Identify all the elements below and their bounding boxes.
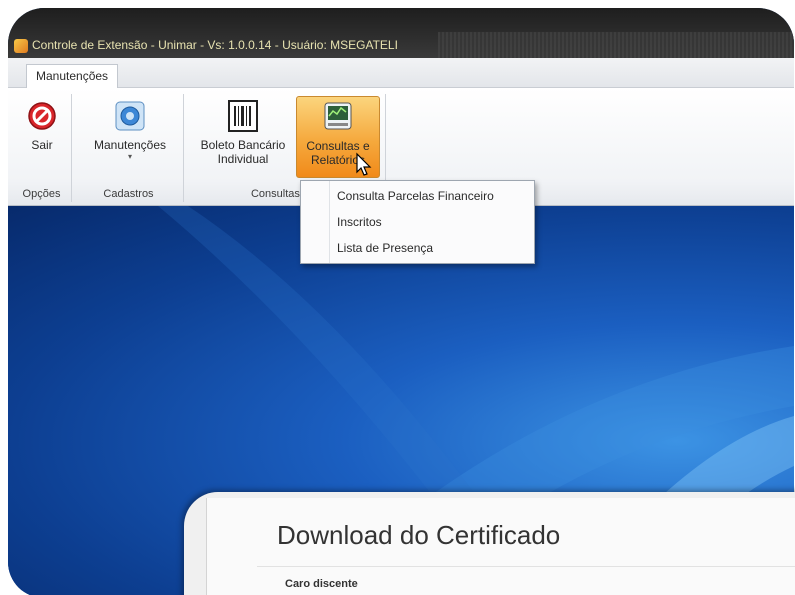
manutencoes-label: Manutenções — [93, 138, 167, 152]
boleto-label-line1: Boleto Bancário — [200, 138, 286, 152]
tab-manutencoes[interactable]: Manutenções — [26, 64, 119, 89]
consultas-dropdown-menu: Consulta Parcelas Financeiro Inscritos L… — [300, 180, 535, 264]
sair-label: Sair — [31, 138, 53, 152]
group-cadastros: Manutenções ▾ Cadastros — [74, 94, 184, 202]
sair-button[interactable]: Sair — [16, 96, 68, 178]
certificate-heading: Download do Certificado — [277, 520, 561, 550]
certificate-overlay-card: Download do Certificado Caro discente — [184, 492, 795, 595]
stop-icon — [28, 102, 56, 130]
app-icon — [14, 39, 28, 53]
group-opcoes-label: Opções — [22, 188, 61, 200]
manutencoes-button[interactable]: Manutenções ▾ — [82, 96, 178, 178]
menu-item-consulta-parcelas[interactable]: Consulta Parcelas Financeiro — [337, 189, 494, 203]
certificate-panel: Download do Certificado Caro discente — [206, 498, 795, 595]
menu-icon-gutter — [329, 181, 330, 263]
heading-divider — [257, 566, 795, 567]
group-opcoes: Sair Opções — [12, 94, 72, 202]
barcode-icon — [228, 100, 258, 132]
gear-icon — [115, 101, 145, 131]
mouse-cursor-icon — [356, 152, 372, 176]
dropdown-arrow-icon: ▾ — [127, 152, 132, 161]
certificate-greeting: Caro discente — [285, 578, 358, 590]
menu-item-inscritos[interactable]: Inscritos — [337, 215, 382, 229]
title-bar: Controle de Extensão - Unimar - Vs: 1.0.… — [8, 8, 794, 60]
boleto-button[interactable]: Boleto Bancário Individual — [192, 96, 294, 178]
title-bar-decoration — [438, 32, 794, 60]
group-cadastros-label: Cadastros — [103, 188, 154, 200]
window-title: Controle de Extensão - Unimar - Vs: 1.0.… — [32, 38, 398, 52]
ribbon-tab-strip: Manutenções — [8, 58, 794, 89]
boleto-label-line2: Individual — [217, 152, 269, 166]
consultas-label-line1: Consultas e — [306, 139, 370, 153]
report-chart-icon — [324, 102, 352, 130]
menu-item-lista-presenca[interactable]: Lista de Presença — [337, 241, 433, 255]
